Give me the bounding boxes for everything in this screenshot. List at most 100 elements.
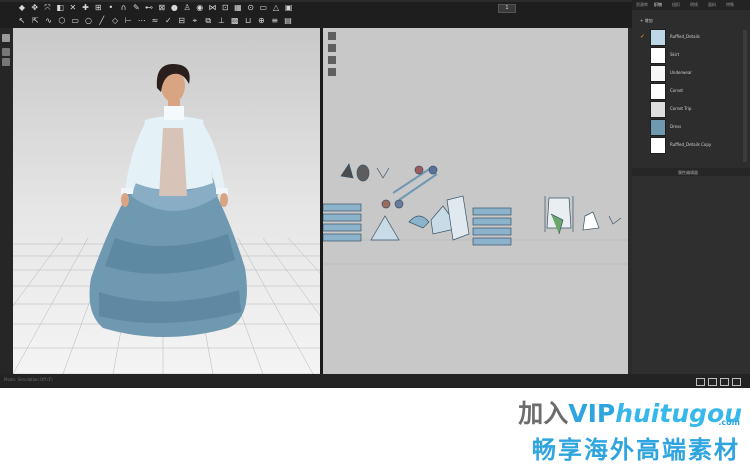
fabric-name: Skirt — [670, 52, 680, 57]
fabric-swatch — [650, 101, 666, 118]
edit-texture-icon[interactable]: ⊕ — [257, 17, 265, 25]
scale-icon[interactable]: ⊠ — [158, 4, 166, 12]
panel-footer — [632, 374, 750, 388]
fabric-swatch — [650, 119, 666, 136]
fabric-name: Corset Trip — [670, 106, 692, 111]
fabric-list-item[interactable]: Skirt — [640, 46, 744, 64]
notch-icon[interactable]: ⊥ — [218, 17, 226, 25]
arrange-icon[interactable]: ⊞ — [94, 4, 102, 12]
circle-icon[interactable]: ○ — [85, 17, 93, 25]
trace-icon[interactable]: ⌖ — [191, 17, 199, 25]
add-fabric-button[interactable]: + 增加 — [640, 18, 653, 24]
tuck-icon[interactable]: ⊔ — [244, 17, 252, 25]
watermark-text-join: 加入 — [518, 399, 569, 428]
visibility-icon[interactable] — [2, 58, 10, 66]
object-browser-panel: 资源库 织物 纽扣 明线 面料 特殊 + 增加 ✓ Ruffled_Details Skirt… — [632, 0, 750, 388]
curve-icon[interactable]: ∿ — [45, 17, 53, 25]
monitor-icon[interactable] — [732, 378, 741, 386]
fabric-swatch — [650, 29, 666, 46]
watermark-text-vip: VIP — [568, 399, 616, 428]
transform-icon[interactable]: ⤧ — [43, 4, 51, 12]
avatar-icon[interactable]: ♙ — [183, 4, 191, 12]
record-icon[interactable]: ◉ — [196, 4, 204, 12]
offset-icon[interactable]: ⧉ — [204, 17, 212, 25]
eye-icon[interactable] — [2, 48, 10, 56]
fabric-name: Ruffled_Details Copy — [670, 142, 712, 147]
2d-pattern-viewport[interactable] — [323, 28, 628, 374]
panel-tab-5[interactable]: 特殊 — [726, 2, 734, 8]
fabric-name: Dress — [670, 124, 682, 129]
pin-icon[interactable]: ✚ — [82, 4, 90, 12]
left-tool-strip — [0, 28, 13, 374]
edit-point-icon[interactable]: ⇱ — [31, 17, 39, 25]
fabric-list-item[interactable]: ✓ Ruffled_Details — [640, 28, 744, 46]
ruler-icon[interactable]: ⊢ — [124, 17, 132, 25]
panel-tab-0[interactable]: 资源库 — [636, 2, 648, 8]
fabric-list-scrollbar[interactable] — [743, 30, 747, 162]
panel-tab-2[interactable]: 纽扣 — [672, 2, 680, 8]
shape-icon[interactable]: △ — [272, 4, 280, 12]
segment-sew-icon[interactable]: ⋯ — [138, 17, 146, 25]
app-window: ◆ ✥ ⤧ ◧ ✕ ✚ ⊞ • ∩ ✎ ⊷ ⊠ ● ♙ ◉ ⋈ ⊡ ▦ ⊙ ▭ △ ▣ ↖ ⇱ ∿ ⬡ ▭ ○ ╱ ◇ ⊢ ⋯ ≈ ✓ ⊟ ⌖ ⧉ ⊥ ▩… — [0, 0, 750, 388]
move-icon[interactable]: ✥ — [31, 4, 39, 12]
film-icon[interactable] — [720, 378, 729, 386]
watermark-line-1: 加入VIPhuitugou — [518, 400, 742, 428]
status-bar: Mode: Simulation Off (F) — [0, 374, 632, 388]
pattern-canvas — [323, 32, 628, 265]
fabric-list-item[interactable]: Corset Trip — [640, 100, 744, 118]
avatar-figure — [89, 64, 247, 337]
magnet-icon[interactable]: ∩ — [120, 4, 128, 12]
select-icon[interactable]: ◆ — [18, 4, 26, 12]
camera-icon[interactable]: ▣ — [285, 4, 293, 12]
strengthen-icon[interactable]: ▤ — [284, 17, 292, 25]
grid-icon[interactable]: ▦ — [234, 4, 242, 12]
rectangle-icon[interactable]: ▭ — [71, 17, 79, 25]
point-icon[interactable]: • — [107, 4, 115, 12]
panel-tab-1[interactable]: 织物 — [654, 2, 662, 8]
layer-icon[interactable]: ≡ — [271, 17, 279, 25]
fold-icon[interactable]: ◧ — [56, 4, 64, 12]
fabric-list-item[interactable]: Corset — [640, 82, 744, 100]
fold-arrangement-icon[interactable]: ⊟ — [178, 17, 186, 25]
watermark-text-com: .com — [718, 418, 740, 427]
panel-tab-4[interactable]: 面料 — [708, 2, 716, 8]
sew-icon[interactable]: ⋈ — [209, 4, 217, 12]
fit-icon[interactable]: ⊡ — [221, 4, 229, 12]
status-text: Mode: Simulation Off (F) — [4, 377, 53, 382]
internal-line-icon[interactable]: ╱ — [98, 17, 106, 25]
record-icon[interactable] — [708, 378, 717, 386]
panel-tab-3[interactable]: 明线 — [690, 2, 698, 8]
3d-viewport[interactable] — [13, 28, 320, 374]
fabric-name: Ruffled_Details — [670, 34, 700, 39]
toolbar-row-top: ◆ ✥ ⤧ ◧ ✕ ✚ ⊞ • ∩ ✎ ⊷ ⊠ ● ♙ ◉ ⋈ ⊡ ▦ ⊙ ▭ △ ▣ — [0, 2, 632, 15]
fabric-list-item[interactable]: Underwear — [640, 64, 744, 82]
tack-icon[interactable]: ✕ — [69, 4, 77, 12]
fabric-list-item[interactable]: Ruffled_Details Copy — [640, 136, 744, 154]
check-sew-icon[interactable]: ✓ — [164, 17, 172, 25]
fabric-swatch — [650, 83, 666, 100]
pattern-pieces — [323, 163, 622, 246]
checkmark-icon: ✓ — [640, 33, 646, 40]
button-icon[interactable]: ⊙ — [247, 4, 255, 12]
tape-icon[interactable]: ▭ — [259, 4, 268, 12]
fabric-name: Underwear — [670, 70, 692, 75]
3d-scene — [13, 64, 320, 374]
toolbar-row-bottom: ↖ ⇱ ∿ ⬡ ▭ ○ ╱ ◇ ⊢ ⋯ ≈ ✓ ⊟ ⌖ ⧉ ⊥ ▩ ⊔ ⊕ ≡ ▤ — [0, 15, 632, 28]
edit-pattern-icon[interactable]: ↖ — [18, 17, 26, 25]
property-editor-header: 属性编辑器 — [632, 168, 750, 176]
fabric-swatch — [650, 47, 666, 64]
screen-icon[interactable] — [696, 378, 705, 386]
fabric-list-item[interactable]: Dress — [640, 118, 744, 136]
panel-tab-bar: 资源库 织物 纽扣 明线 面料 特殊 — [632, 0, 750, 10]
scale-dropdown[interactable]: 1 — [498, 4, 516, 13]
polygon-icon[interactable]: ⬡ — [58, 17, 66, 25]
free-sew-icon[interactable]: ≈ — [151, 17, 159, 25]
watermark-line-2: 畅享海外高端素材 — [532, 436, 740, 464]
tool-column-2d — [328, 32, 336, 76]
dart-icon[interactable]: ◇ — [111, 17, 119, 25]
view-icon[interactable] — [2, 34, 10, 42]
measure-icon[interactable]: ⊷ — [145, 4, 153, 12]
texture-icon[interactable]: ▩ — [231, 17, 239, 25]
brush-icon[interactable]: ✎ — [132, 4, 140, 12]
sphere-icon[interactable]: ● — [170, 4, 178, 12]
